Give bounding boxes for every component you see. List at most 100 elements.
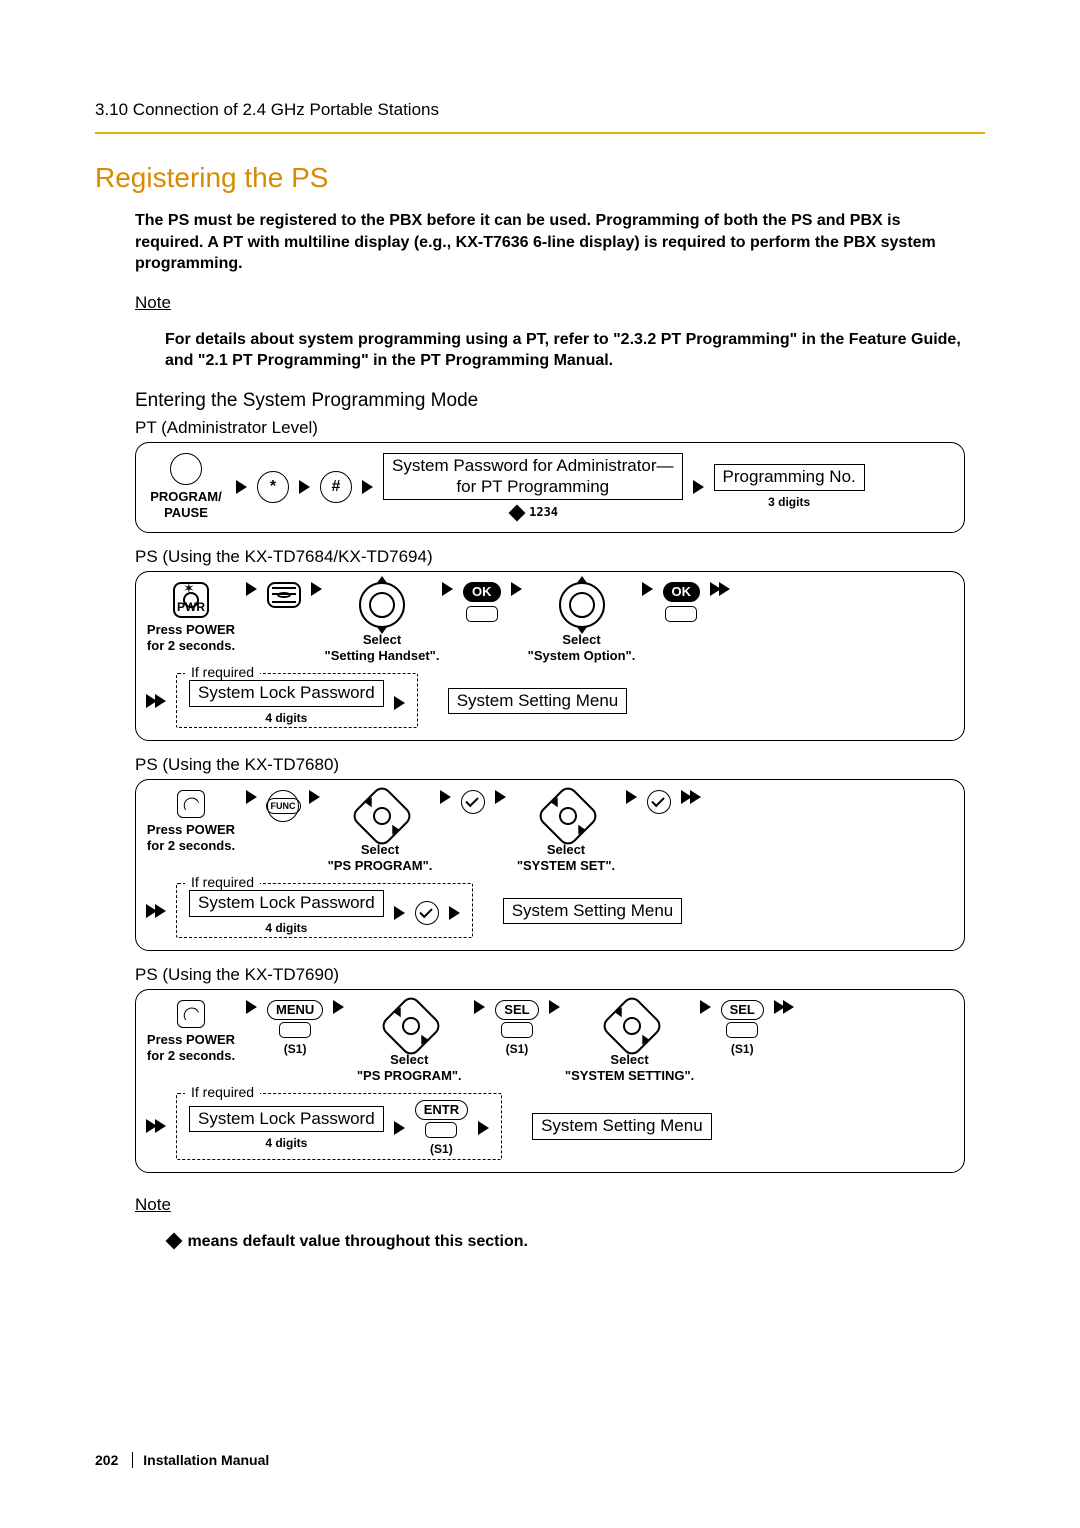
nav-lr-icon [542,790,590,838]
continue-arrow-icon [146,904,166,918]
program-pause-button-icon [170,453,202,485]
select-label: Select "System Option". [528,632,636,663]
if-required-label: If required [185,1084,260,1100]
menu-key-icon [267,582,301,608]
arrow-icon [626,790,637,804]
scroll-icon [559,582,605,628]
press-power-label: Press POWER for 2 seconds. [147,622,235,653]
arrow-icon [246,790,257,804]
system-setting-menu-box: System Setting Menu [448,688,628,714]
page-number: 202 [95,1452,118,1468]
scroll-icon [359,582,405,628]
press-power-label: Press POWER for 2 seconds. [147,822,235,853]
select-label: Select "Setting Handset". [325,632,440,663]
continue-arrow-icon [146,694,166,708]
pwr-key-icon: PWR ✶ [173,582,209,618]
arrow-icon [299,480,310,494]
confirm-key-icon [647,790,671,814]
sel-pill-icon: SEL [721,1000,764,1020]
arrow-icon [333,1000,344,1014]
handset-key-icon [177,1000,205,1028]
s1-label: (S1) [731,1042,754,1056]
continue-arrow-icon [710,582,730,596]
ok-button-icon: OK [663,582,701,622]
arrow-icon [478,1121,489,1135]
page-footer: 202 Installation Manual [95,1452,269,1468]
press-power-label: Press POWER for 2 seconds. [147,1032,235,1063]
handset-key-icon [177,790,205,818]
optional-group: If required System Lock Password 4 digit… [176,1093,502,1159]
arrow-icon [495,790,506,804]
arrow-icon [246,1000,257,1014]
program-pause-label: PROGRAM/ PAUSE [150,489,222,520]
menu-pill-icon: MENU [267,1000,323,1020]
note-heading: Note [135,293,965,313]
select-label: Select "PS PROGRAM". [357,1052,462,1083]
system-setting-menu-box: System Setting Menu [532,1113,712,1139]
if-required-label: If required [185,664,260,680]
arrow-icon [311,582,322,596]
confirm-key-icon [415,901,439,925]
ok-button-icon: OK [463,582,501,622]
arrow-icon [511,582,522,596]
select-label: Select "SYSTEM SETTING". [565,1052,694,1083]
arrow-icon [549,1000,560,1014]
continue-arrow-icon [774,1000,794,1014]
note-body: For details about system programming usi… [165,329,965,372]
diamond-icon [166,1233,183,1250]
footer-doc-title: Installation Manual [132,1452,269,1468]
func-key-icon: FUNC [267,790,299,822]
ps2-heading: PS (Using the KX-TD7680) [135,755,965,775]
s1-label: (S1) [506,1042,529,1056]
ps3-heading: PS (Using the KX-TD7690) [135,965,965,985]
password-hint: 1234 [508,504,559,520]
system-setting-menu-box: System Setting Menu [503,898,683,924]
nav-lr-icon [606,1000,654,1048]
hash-key-icon: # [320,471,352,503]
arrow-icon [236,480,247,494]
lock-hint: 4 digits [265,921,307,935]
confirm-key-icon [461,790,485,814]
ps3-diagram: Press POWER for 2 seconds. MENU (S1) Sel… [135,989,965,1173]
system-lock-password-box: System Lock Password [189,890,384,916]
system-lock-password-box: System Lock Password [189,1106,384,1132]
optional-group: If required System Lock Password 4 digit… [176,883,473,938]
breadcrumb: 3.10 Connection of 2.4 GHz Portable Stat… [95,100,985,120]
note-heading: Note [135,1195,965,1215]
soft-key-icon [726,1022,758,1038]
section-divider [95,132,985,134]
mode-heading: Entering the System Programming Mode [135,390,965,412]
entr-pill-icon: ENTR [415,1100,468,1120]
lock-hint: 4 digits [265,711,307,725]
optional-group: If required System Lock Password 4 digit… [176,673,418,728]
arrow-icon [362,480,373,494]
programming-no-box: Programming No. [714,464,865,490]
continue-arrow-icon [681,790,701,804]
pt-heading: PT (Administrator Level) [135,418,965,438]
password-box: System Password for Administrator— for P… [383,453,683,500]
nav-lr-icon [356,790,404,838]
system-lock-password-box: System Lock Password [189,680,384,706]
ps2-diagram: Press POWER for 2 seconds. FUNC Select "… [135,779,965,951]
arrow-icon [394,906,405,920]
select-label: Select "SYSTEM SET". [517,842,615,873]
arrow-icon [394,696,405,710]
arrow-icon [246,582,257,596]
arrow-icon [693,480,704,494]
s1-label: (S1) [430,1142,453,1156]
programming-no-hint: 3 digits [768,495,810,509]
ps1-heading: PS (Using the KX-TD7684/KX-TD7694) [135,547,965,567]
lock-hint: 4 digits [265,1136,307,1150]
arrow-icon [394,1121,405,1135]
if-required-label: If required [185,874,260,890]
nav-lr-icon [385,1000,433,1048]
arrow-icon [442,582,453,596]
arrow-icon [474,1000,485,1014]
star-key-icon: * [257,471,289,503]
s1-label: (S1) [284,1042,307,1056]
soft-key-icon [501,1022,533,1038]
ps1-diagram: PWR ✶ Press POWER for 2 seconds. Select … [135,571,965,741]
intro-paragraph: The PS must be registered to the PBX bef… [135,210,965,275]
select-label: Select "PS PROGRAM". [328,842,433,873]
arrow-icon [440,790,451,804]
